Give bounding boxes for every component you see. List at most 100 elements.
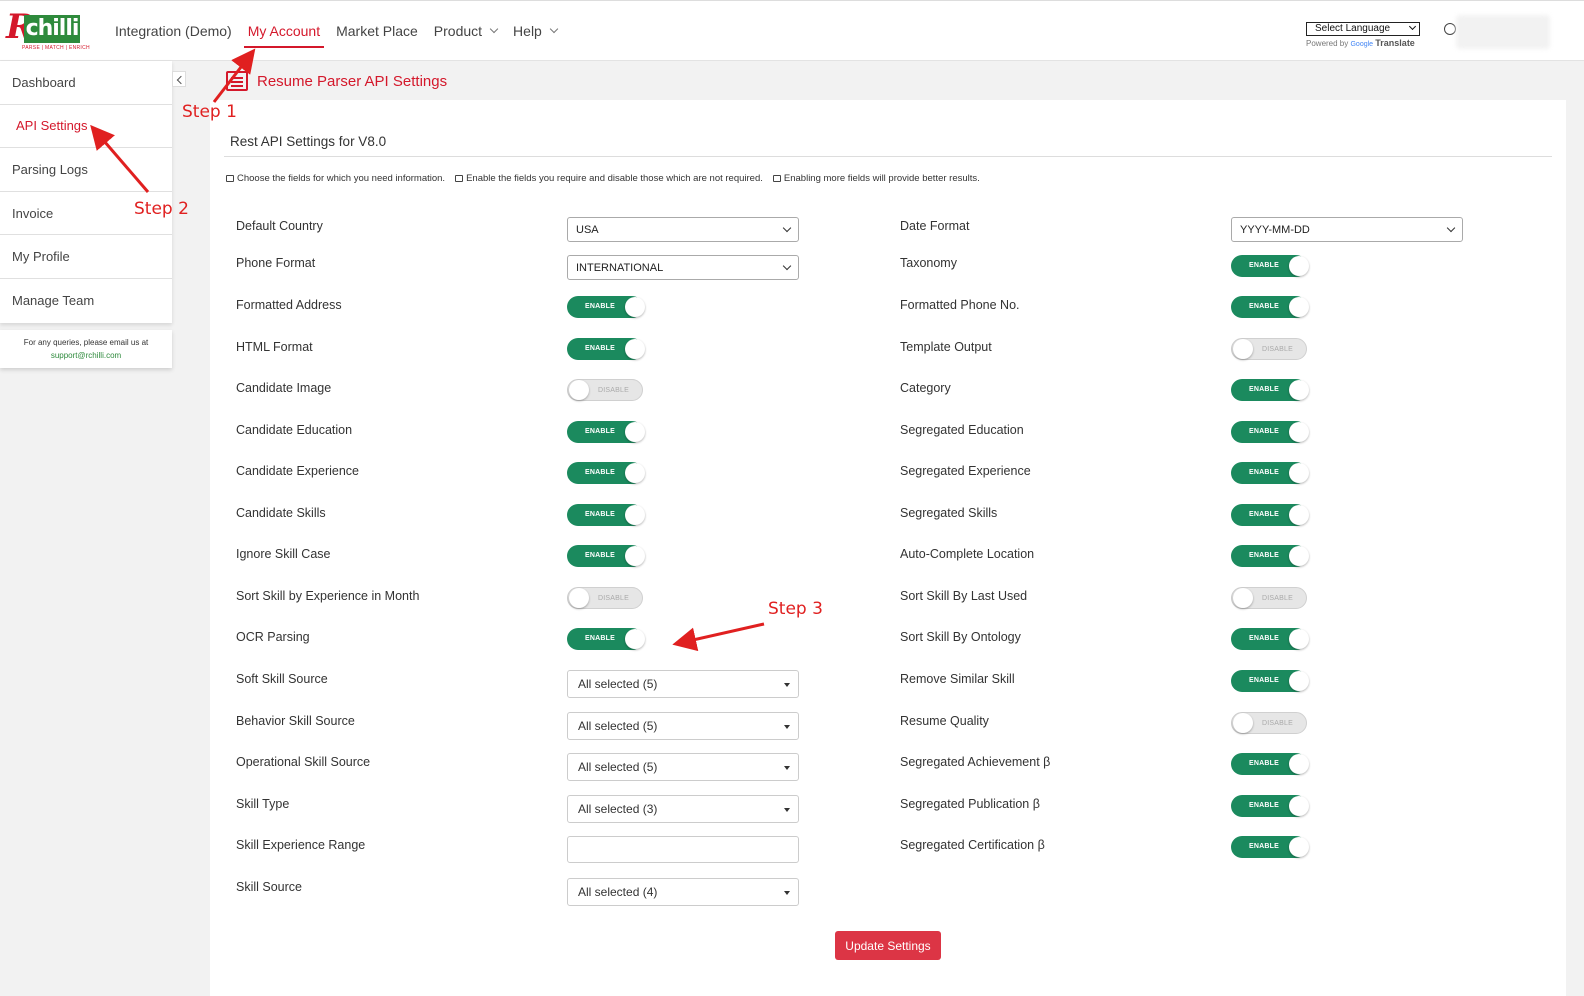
nav-product[interactable]: Product [426,1,505,61]
step1-label: Step 1 [182,102,237,122]
toggle-text: ENABLE [585,469,615,476]
nav-label: Help [513,23,542,39]
candidate-image-label: Candidate Image [236,381,332,395]
segregated-achievement-toggle[interactable]: ENABLE [1231,753,1309,775]
sidebar-item-dashboard[interactable]: Dashboard [0,61,172,105]
formatted-address-label: Formatted Address [236,298,342,312]
ignore-skill-case-toggle[interactable]: ENABLE [567,545,645,567]
candidate-image-toggle[interactable]: DISABLE [567,379,643,401]
support-box: For any queries, please email us at supp… [0,330,172,368]
nav-market-place[interactable]: Market Place [328,1,426,61]
resume-quality-label: Resume Quality [900,714,989,728]
toggle-text: DISABLE [1262,346,1293,353]
toggle-knob [1289,546,1309,566]
nav-help[interactable]: Help [505,1,565,61]
select-value: YYYY-MM-DD [1240,224,1310,236]
ocr-parsing-toggle[interactable]: ENABLE [567,628,645,650]
toggle-text: ENABLE [1249,303,1279,310]
nav-label: Product [433,23,483,39]
taxonomy-label: Taxonomy [900,256,957,270]
update-settings-button[interactable]: Update Settings [835,931,941,960]
toggle-text: DISABLE [1262,595,1293,602]
default-country-select[interactable]: USA [567,217,799,242]
page-header: Resume Parser API Settings [226,68,447,94]
skill-experience-range-input[interactable] [567,836,799,863]
skill-type-label: Skill Type [236,797,290,811]
sidebar-item-api-settings[interactable]: API Settings [0,105,172,149]
toggle-text: ENABLE [1249,386,1279,393]
segregated-certification-label: Segregated Certification β [900,838,1045,852]
skill-source-multiselect[interactable]: All selected (4) [567,878,799,906]
formatted-phone-toggle[interactable]: ENABLE [1231,296,1309,318]
nav-label: Integration (Demo) [115,23,232,39]
sidebar-item-manage-team[interactable]: Manage Team [0,279,172,323]
sidebar-collapse-button[interactable] [172,71,186,87]
chevron-down-icon [782,223,792,233]
sort-skill-last-used-toggle[interactable]: DISABLE [1231,587,1307,609]
segregated-certification-toggle[interactable]: ENABLE [1231,836,1309,858]
template-output-toggle[interactable]: DISABLE [1231,338,1307,360]
formatted-phone-label: Formatted Phone No. [900,298,1020,312]
candidate-education-toggle[interactable]: ENABLE [567,421,645,443]
skill-type-multiselect[interactable]: All selected (3) [567,795,799,823]
caret-down-icon [784,891,790,895]
candidate-education-label: Candidate Education [236,423,353,437]
select-value: All selected (5) [578,719,658,733]
sort-skill-ontology-label: Sort Skill By Ontology [900,630,1021,644]
nav-label: Market Place [336,23,418,39]
phone-format-select[interactable]: INTERNATIONAL [567,255,799,280]
toggle-knob [625,339,645,359]
candidate-experience-toggle[interactable]: ENABLE [567,462,645,484]
nav-my-account[interactable]: My Account [240,1,328,61]
ignore-skill-case-label: Ignore Skill Case [236,547,331,561]
html-format-toggle[interactable]: ENABLE [567,338,645,360]
sort-skill-experience-toggle[interactable]: DISABLE [567,587,643,609]
toggle-knob [1289,422,1309,442]
remove-similar-skill-toggle[interactable]: ENABLE [1231,670,1309,692]
toggle-knob [1233,339,1253,359]
translate-link[interactable]: Translate [1375,38,1415,48]
sort-skill-ontology-toggle[interactable]: ENABLE [1231,628,1309,650]
sidebar-item-parsing-logs[interactable]: Parsing Logs [0,148,172,192]
segregated-experience-toggle[interactable]: ENABLE [1231,462,1309,484]
segregated-skills-toggle[interactable]: ENABLE [1231,504,1309,526]
segregated-publication-toggle[interactable]: ENABLE [1231,795,1309,817]
support-email-link[interactable]: support@rchilli.com [51,351,121,360]
segregated-education-toggle[interactable]: ENABLE [1231,421,1309,443]
toggle-knob [1289,505,1309,525]
toggle-text: ENABLE [1249,428,1279,435]
date-format-select[interactable]: YYYY-MM-DD [1231,217,1463,242]
auto-complete-location-toggle[interactable]: ENABLE [1231,545,1309,567]
chevron-down-icon [1446,223,1456,233]
formatted-address-toggle[interactable]: ENABLE [567,296,645,318]
soft-skill-source-multiselect[interactable]: All selected (5) [567,670,799,698]
toggle-text: ENABLE [1249,635,1279,642]
default-country-label: Default Country [236,219,323,233]
sidebar-item-my-profile[interactable]: My Profile [0,235,172,279]
language-select-value: Select Language [1315,23,1391,34]
html-format-label: HTML Format [236,340,313,354]
taxonomy-toggle[interactable]: ENABLE [1231,255,1309,277]
category-toggle[interactable]: ENABLE [1231,379,1309,401]
powered-by-google: Powered by Google Translate [1306,38,1420,48]
select-value: All selected (4) [578,885,658,899]
toggle-text: ENABLE [585,552,615,559]
candidate-skills-toggle[interactable]: ENABLE [567,504,645,526]
behavior-skill-source-multiselect[interactable]: All selected (5) [567,712,799,740]
template-output-label: Template Output [900,340,992,354]
hint-text: Enabling more fields will provide better… [783,173,980,184]
language-select[interactable]: Select Language [1306,22,1420,36]
select-value: All selected (3) [578,802,658,816]
sort-skill-last-used-label: Sort Skill By Last Used [900,589,1028,603]
toggle-knob [625,463,645,483]
operational-skill-source-multiselect[interactable]: All selected (5) [567,753,799,781]
rchilli-logo[interactable]: R chilli PARSE | MATCH | ENRICH [6,7,90,55]
sidebar-item-label: Manage Team [12,293,95,309]
sidebar-item-label: Invoice [12,205,54,221]
nav-integration-demo[interactable]: Integration (Demo) [107,1,240,61]
resume-quality-toggle[interactable]: DISABLE [1231,712,1307,734]
user-name-redacted[interactable] [1456,15,1550,49]
user-icon[interactable] [1444,23,1456,35]
select-value: USA [576,224,599,236]
chevron-down-icon [1408,22,1417,31]
